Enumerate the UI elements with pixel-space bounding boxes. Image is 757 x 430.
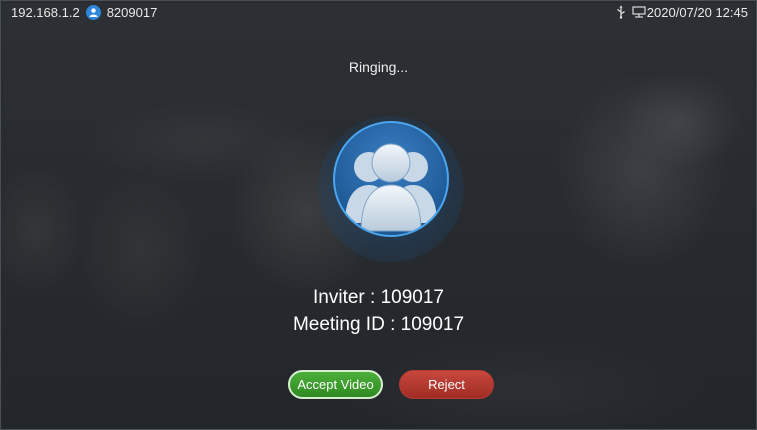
user-circle-icon <box>85 4 101 20</box>
accept-video-button[interactable]: Accept Video <box>288 370 383 399</box>
status-right: 2020/07/20 12:45 <box>616 5 748 20</box>
accept-video-label: Accept Video <box>297 377 374 392</box>
usb-icon <box>616 5 626 19</box>
call-status-text: Ringing... <box>348 59 409 75</box>
meeting-id-info: Meeting ID : 109017 <box>292 314 465 335</box>
reject-button[interactable]: Reject <box>399 370 494 399</box>
inviter-info: Inviter : 109017 <box>313 287 444 308</box>
date-time: 2020/07/20 12:45 <box>646 4 748 20</box>
caller-avatar <box>318 116 464 262</box>
network-icon <box>632 6 646 18</box>
account-number: 8209017 <box>106 4 158 20</box>
ip-address: 192.168.1.2 <box>11 4 80 20</box>
status-left: 192.168.1.2 8209017 <box>11 4 158 20</box>
group-avatar-icon <box>333 121 449 237</box>
reject-label: Reject <box>428 377 465 392</box>
incoming-meeting-screen: 192.168.1.2 8209017 2020/07/20 12:45 Rin… <box>0 0 757 430</box>
status-bar: 192.168.1.2 8209017 2020/07/20 12:45 <box>1 1 756 23</box>
